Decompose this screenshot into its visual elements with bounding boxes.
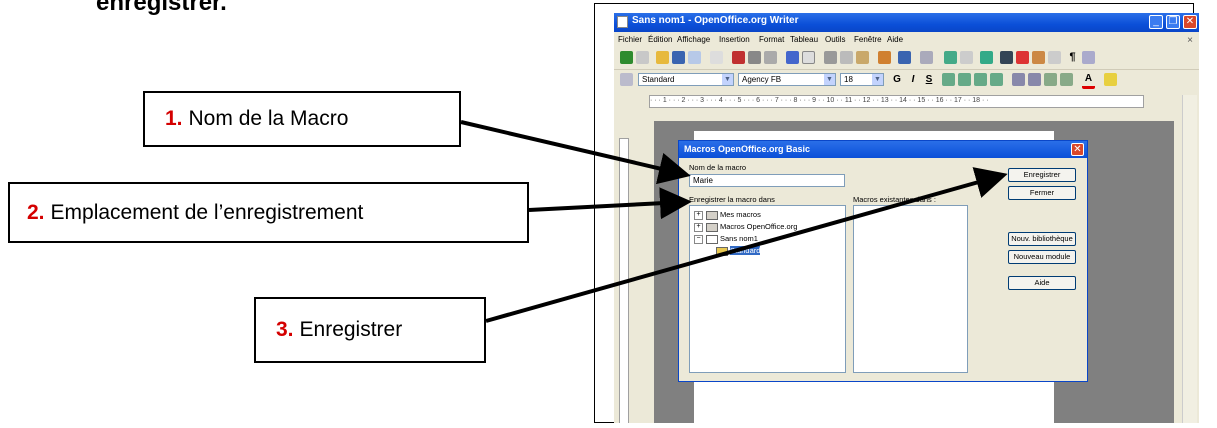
arrow-save-location [528, 187, 692, 220]
annotation-arrows [460, 120, 1008, 323]
arrow-macro-name [460, 120, 691, 185]
arrow-save-button [485, 167, 1008, 323]
